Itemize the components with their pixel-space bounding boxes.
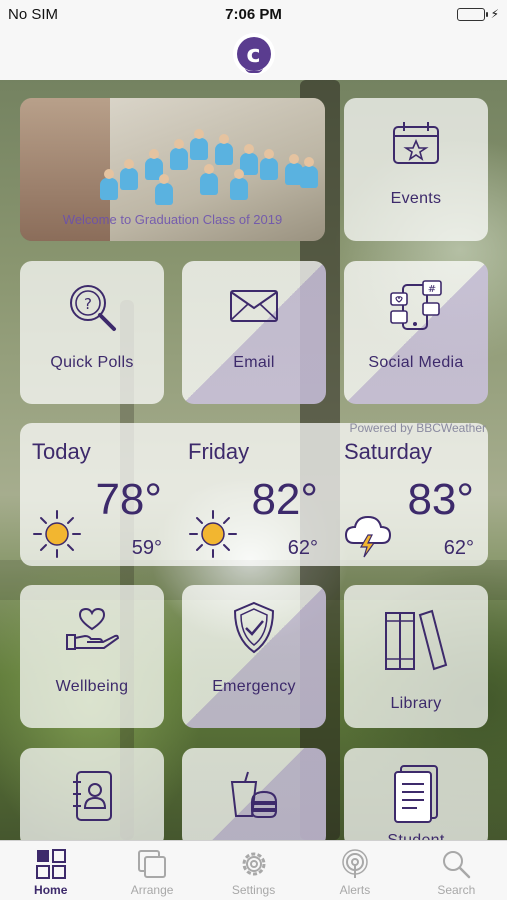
student-tile[interactable]: Student xyxy=(344,748,488,848)
food-drink-icon xyxy=(230,771,278,818)
document-icon xyxy=(394,765,438,823)
wellbeing-label: Wellbeing xyxy=(55,678,129,695)
layers-icon xyxy=(138,850,167,878)
status-bar: No SIM 7:06 PM ⚡ xyxy=(0,0,507,28)
search-icon xyxy=(443,851,471,879)
dining-tile[interactable] xyxy=(182,748,326,848)
app-logo: c xyxy=(232,33,275,75)
weather-day-name: Saturday xyxy=(344,439,433,464)
sun-icon xyxy=(189,510,237,558)
tab-search-label: Search xyxy=(437,883,476,897)
library-tile[interactable]: Library xyxy=(344,585,488,728)
weather-low-temp: 59° xyxy=(131,537,162,559)
emergency-tile[interactable]: Emergency xyxy=(182,585,326,728)
weather-low-temp: 62° xyxy=(287,537,318,559)
contact-book-icon xyxy=(73,771,112,821)
quick-polls-tile[interactable]: ? Quick Polls xyxy=(20,261,164,404)
search-question-icon: ? xyxy=(70,285,116,331)
gear-icon xyxy=(242,852,266,876)
weather-day: Today 78° 59° xyxy=(20,423,176,566)
quick-polls-label: Quick Polls xyxy=(50,354,134,371)
weather-high-temp: 78° xyxy=(95,475,162,524)
featured-photo-tile[interactable]: Welcome to Graduation Class of 2019 xyxy=(20,98,325,241)
email-tile[interactable]: Email xyxy=(182,261,326,404)
calendar-icon xyxy=(393,122,439,164)
weather-widget[interactable]: Powered by BBCWeather Today 78° 59° Frid… xyxy=(20,421,488,566)
heart-hand-icon xyxy=(66,607,119,650)
tab-home-label: Home xyxy=(34,883,68,897)
envelope-icon xyxy=(230,290,278,322)
svg-text:#: # xyxy=(428,284,436,295)
books-icon xyxy=(385,609,448,671)
social-media-icon: # xyxy=(390,280,442,330)
social-media-tile[interactable]: # Social Media xyxy=(344,261,488,404)
grid-icon xyxy=(35,849,66,879)
shield-check-icon xyxy=(233,601,275,654)
thunderstorm-icon xyxy=(344,515,392,558)
tab-settings[interactable]: Settings xyxy=(203,841,304,900)
weather-high-temp: 83° xyxy=(407,475,474,524)
events-label: Events xyxy=(390,190,442,207)
app-header: c xyxy=(0,28,507,80)
tab-arrange-label: Arrange xyxy=(130,883,174,897)
photo-caption: Welcome to Graduation Class of 2019 xyxy=(62,212,283,227)
weather-day-name: Friday xyxy=(188,439,250,464)
tab-search[interactable]: Search xyxy=(406,841,507,900)
events-tile[interactable]: Events xyxy=(344,98,488,241)
tab-bar: Home Arrange Settings Alerts Search xyxy=(0,840,507,900)
weather-day-name: Today xyxy=(32,439,91,464)
tab-arrange[interactable]: Arrange xyxy=(101,841,202,900)
clock: 7:06 PM xyxy=(225,5,282,23)
weather-low-temp: 62° xyxy=(443,537,474,559)
weather-high-temp: 82° xyxy=(251,475,318,524)
wellbeing-tile[interactable]: Wellbeing xyxy=(20,585,164,728)
svg-text:?: ? xyxy=(84,295,92,313)
tab-alerts-label: Alerts xyxy=(339,883,371,897)
broadcast-icon xyxy=(342,849,368,878)
tab-settings-label: Settings xyxy=(231,883,276,897)
weather-day: Saturday 83° 62° xyxy=(332,423,488,566)
library-label: Library xyxy=(390,695,442,712)
directory-tile[interactable] xyxy=(20,748,164,848)
email-label: Email xyxy=(233,354,275,371)
sun-icon xyxy=(33,510,81,558)
weather-day: Friday 82° 62° xyxy=(176,423,332,566)
tab-alerts[interactable]: Alerts xyxy=(304,841,405,900)
tab-home[interactable]: Home xyxy=(0,841,101,900)
social-media-label: Social Media xyxy=(368,354,464,371)
emergency-label: Emergency xyxy=(212,678,296,695)
